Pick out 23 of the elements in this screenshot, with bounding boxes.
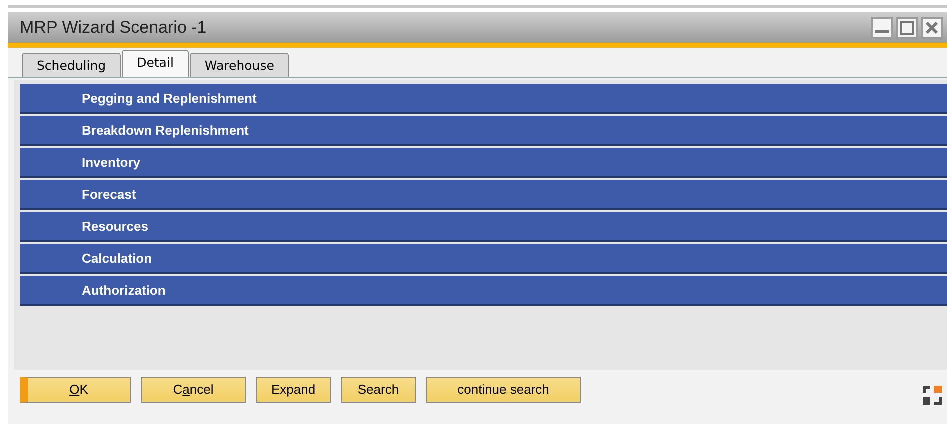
tab[interactable]: Scheduling xyxy=(22,53,122,77)
window-title: MRP Wizard Scenario -1 xyxy=(20,16,207,39)
minimize-icon xyxy=(875,30,889,34)
minimize-button[interactable] xyxy=(871,16,893,38)
dialog-button[interactable]: Expand xyxy=(256,377,331,403)
section-header[interactable]: Inventory xyxy=(20,148,947,178)
dialog-button[interactable]: Search xyxy=(341,377,416,403)
dialog-button[interactable]: Cancel xyxy=(141,377,246,403)
section-header[interactable]: Pegging and Replenishment xyxy=(20,84,947,114)
tab[interactable]: Warehouse xyxy=(190,53,290,77)
close-button[interactable] xyxy=(921,16,943,38)
section-header[interactable]: Breakdown Replenishment xyxy=(20,116,947,146)
tab[interactable]: Detail xyxy=(122,50,189,77)
maximize-icon xyxy=(900,20,914,34)
section-header[interactable]: Forecast xyxy=(20,180,947,210)
logo-icon xyxy=(923,386,943,406)
section-header[interactable]: Resources xyxy=(20,212,947,242)
maximize-button[interactable] xyxy=(896,16,918,38)
dialog-button[interactable]: OK xyxy=(20,377,131,403)
section-header[interactable]: Authorization xyxy=(20,276,947,306)
dialog-button[interactable]: continue search xyxy=(426,377,581,403)
section-header[interactable]: Calculation xyxy=(20,244,947,274)
close-icon xyxy=(925,20,939,34)
